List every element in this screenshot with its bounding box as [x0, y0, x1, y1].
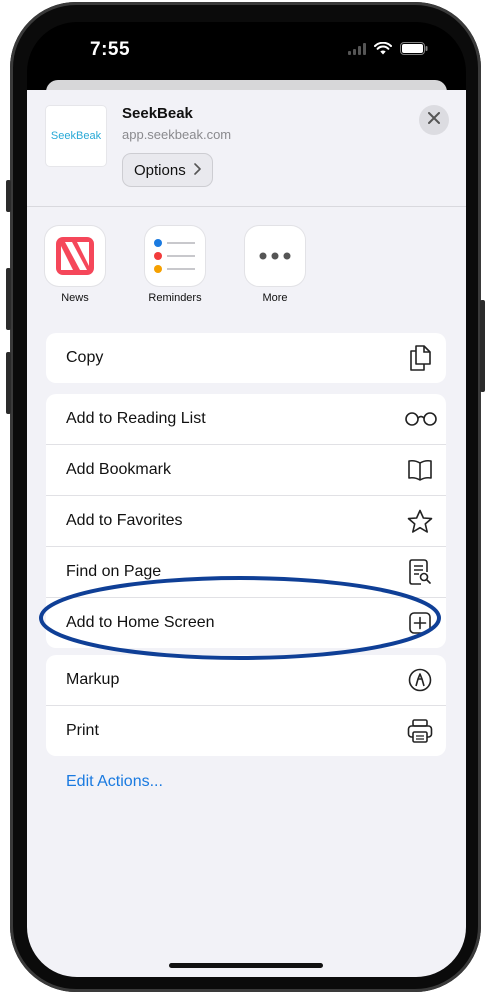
star-icon [406, 507, 434, 535]
share-sheet: SeekBeak SeekBeak app.seekbeak.com Optio… [27, 90, 466, 977]
actions-group-copy: Copy [46, 333, 446, 383]
options-button[interactable]: Options [122, 153, 213, 187]
markup-icon [406, 666, 434, 694]
close-icon [428, 111, 440, 129]
site-thumbnail-logo: SeekBeak [50, 130, 102, 142]
edit-actions-link[interactable]: Edit Actions... [66, 773, 163, 791]
news-icon [45, 226, 105, 286]
app-label: Reminders [148, 292, 202, 304]
action-find-on-page[interactable]: Find on Page [46, 547, 446, 598]
status-icons [348, 41, 428, 60]
actions-group-tools: Markup Print [46, 655, 446, 756]
glasses-icon [404, 405, 438, 433]
cellular-signal-icon [348, 42, 366, 60]
action-label: Add Bookmark [66, 461, 171, 478]
printer-icon [406, 717, 434, 745]
status-time: 7:55 [90, 39, 131, 60]
wifi-icon [374, 41, 392, 60]
action-label: Add to Home Screen [66, 614, 215, 631]
battery-icon [400, 42, 428, 60]
app-news[interactable]: News [30, 226, 120, 304]
book-icon [406, 456, 434, 484]
screen: 7:55 SeekBeak SeekBeak app.seekbeak.com … [27, 22, 466, 977]
app-label: More [262, 292, 288, 304]
action-copy[interactable]: Copy [46, 333, 446, 383]
site-name: SeekBeak [122, 105, 193, 122]
reminders-icon [145, 226, 205, 286]
app-reminders[interactable]: Reminders [130, 226, 220, 304]
site-url: app.seekbeak.com [122, 127, 232, 142]
share-sheet-header: SeekBeak SeekBeak app.seekbeak.com Optio… [27, 90, 466, 207]
more-icon [245, 226, 305, 286]
action-label: Add to Favorites [66, 512, 183, 529]
action-label: Markup [66, 671, 120, 688]
action-label: Find on Page [66, 563, 162, 580]
find-doc-icon [406, 558, 434, 586]
copy-icon [406, 344, 434, 372]
action-add-to-home-screen[interactable]: Add to Home Screen [46, 598, 446, 648]
share-apps-row: News Reminders More [27, 226, 466, 316]
volume-down-button [6, 352, 11, 414]
volume-up-button [6, 268, 11, 330]
action-label: Copy [66, 349, 104, 366]
home-indicator[interactable] [169, 963, 323, 968]
mute-switch [6, 180, 11, 212]
chevron-right-icon [193, 162, 201, 179]
actions-group-page: Add to Reading List Add Bookmark Add to … [46, 394, 446, 648]
action-add-bookmark[interactable]: Add Bookmark [46, 445, 446, 496]
action-label: Add to Reading List [66, 410, 206, 427]
app-more[interactable]: More [230, 226, 320, 304]
close-button[interactable] [419, 105, 449, 135]
action-label: Print [66, 722, 99, 739]
action-markup[interactable]: Markup [46, 655, 446, 706]
action-add-to-favorites[interactable]: Add to Favorites [46, 496, 446, 547]
site-thumbnail: SeekBeak [46, 106, 106, 166]
action-print[interactable]: Print [46, 706, 446, 756]
power-button [480, 300, 485, 392]
action-add-to-reading-list[interactable]: Add to Reading List [46, 394, 446, 445]
plus-square-icon [406, 609, 434, 637]
options-label: Options [134, 161, 186, 179]
app-label: News [61, 292, 89, 304]
status-bar: 7:55 [27, 22, 466, 82]
